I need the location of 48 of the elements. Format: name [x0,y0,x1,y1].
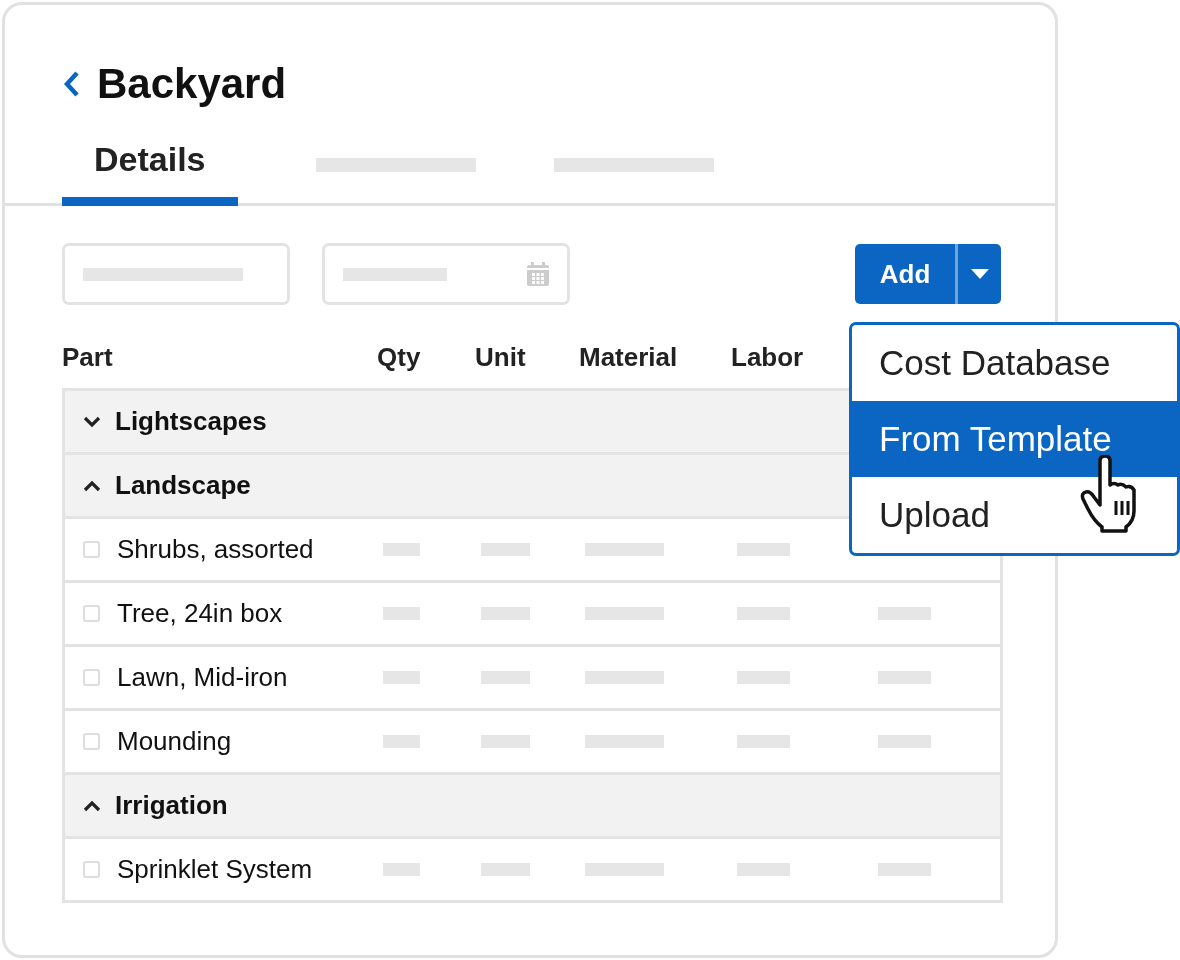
part-name: Mounding [117,726,232,757]
value-placeholder [481,735,530,748]
checkbox[interactable] [83,605,100,622]
value-placeholder [383,735,420,748]
value-placeholder [383,543,420,556]
value-placeholder [878,607,931,620]
part-name: Shrubs, assorted [117,534,314,565]
value-placeholder [383,607,420,620]
value-placeholder [737,607,790,620]
value-placeholder [878,863,931,876]
group-name: Lightscapes [115,406,267,437]
column-header: Unit [475,341,527,373]
tab[interactable]: Details [62,121,238,206]
part-name: Sprinklet System [117,854,313,885]
group-name: Irrigation [115,790,228,821]
calendar-icon [527,262,549,286]
checkbox[interactable] [83,733,100,750]
value-placeholder [383,671,420,684]
add-button[interactable]: Add [855,244,955,304]
input-field[interactable] [62,243,290,305]
value-placeholder [481,863,530,876]
caret-icon [970,269,989,279]
part-name: Tree, 24in box [117,598,283,629]
value-placeholder [481,671,530,684]
value-placeholder [481,543,530,556]
column-header: Material [579,341,679,373]
date-field[interactable] [322,243,570,305]
value-placeholder [878,735,931,748]
group-row[interactable]: Irrigation [65,772,1000,836]
checkbox[interactable] [83,669,100,686]
value-placeholder [878,671,931,684]
value-placeholder [481,607,530,620]
back-chevron-icon[interactable] [63,70,81,98]
checkbox[interactable] [83,861,100,878]
value-placeholder [383,863,420,876]
value-placeholder [737,863,790,876]
value-placeholder [737,735,790,748]
checkbox[interactable] [83,541,100,558]
page-title: Backyard [97,60,287,108]
group-name: Landscape [115,470,251,501]
column-header: Labor [731,341,805,373]
value-placeholder [737,543,790,556]
value-placeholder [737,671,790,684]
part-name: Lawn, Mid-iron [117,662,288,693]
menu-item[interactable]: From Template [852,401,1177,477]
column-header: Part [62,341,114,373]
dropdown-toggle-button[interactable] [955,244,1001,304]
column-header: Qty [377,341,422,373]
